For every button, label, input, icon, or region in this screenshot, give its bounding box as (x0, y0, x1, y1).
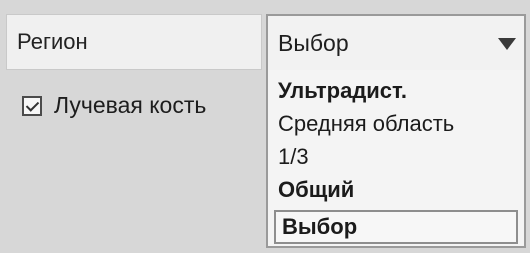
region-dropdown-list: Ультрадист. Средняя область 1/3 Общий Вы… (266, 70, 526, 248)
radius-checkbox-label[interactable]: Лучевая кость (54, 92, 206, 119)
region-option-custom[interactable]: Выбор (274, 210, 518, 244)
region-option-total[interactable]: Общий (268, 173, 524, 206)
region-label: Регион (6, 14, 262, 70)
region-select[interactable]: Выбор (266, 14, 526, 72)
radius-checkbox[interactable] (22, 95, 42, 116)
region-option-one-third[interactable]: 1/3 (268, 140, 524, 173)
region-option-middle-area[interactable]: Средняя область (268, 107, 524, 140)
region-label-text: Регион (17, 29, 88, 54)
settings-panel: Регион Выбор Ультрадист. Средняя область… (0, 0, 530, 253)
region-select-value: Выбор (278, 29, 349, 56)
radius-checkbox-row: Лучевая кость (22, 92, 206, 119)
region-option-ultradist[interactable]: Ультрадист. (268, 74, 524, 107)
chevron-down-icon[interactable] (498, 38, 516, 50)
